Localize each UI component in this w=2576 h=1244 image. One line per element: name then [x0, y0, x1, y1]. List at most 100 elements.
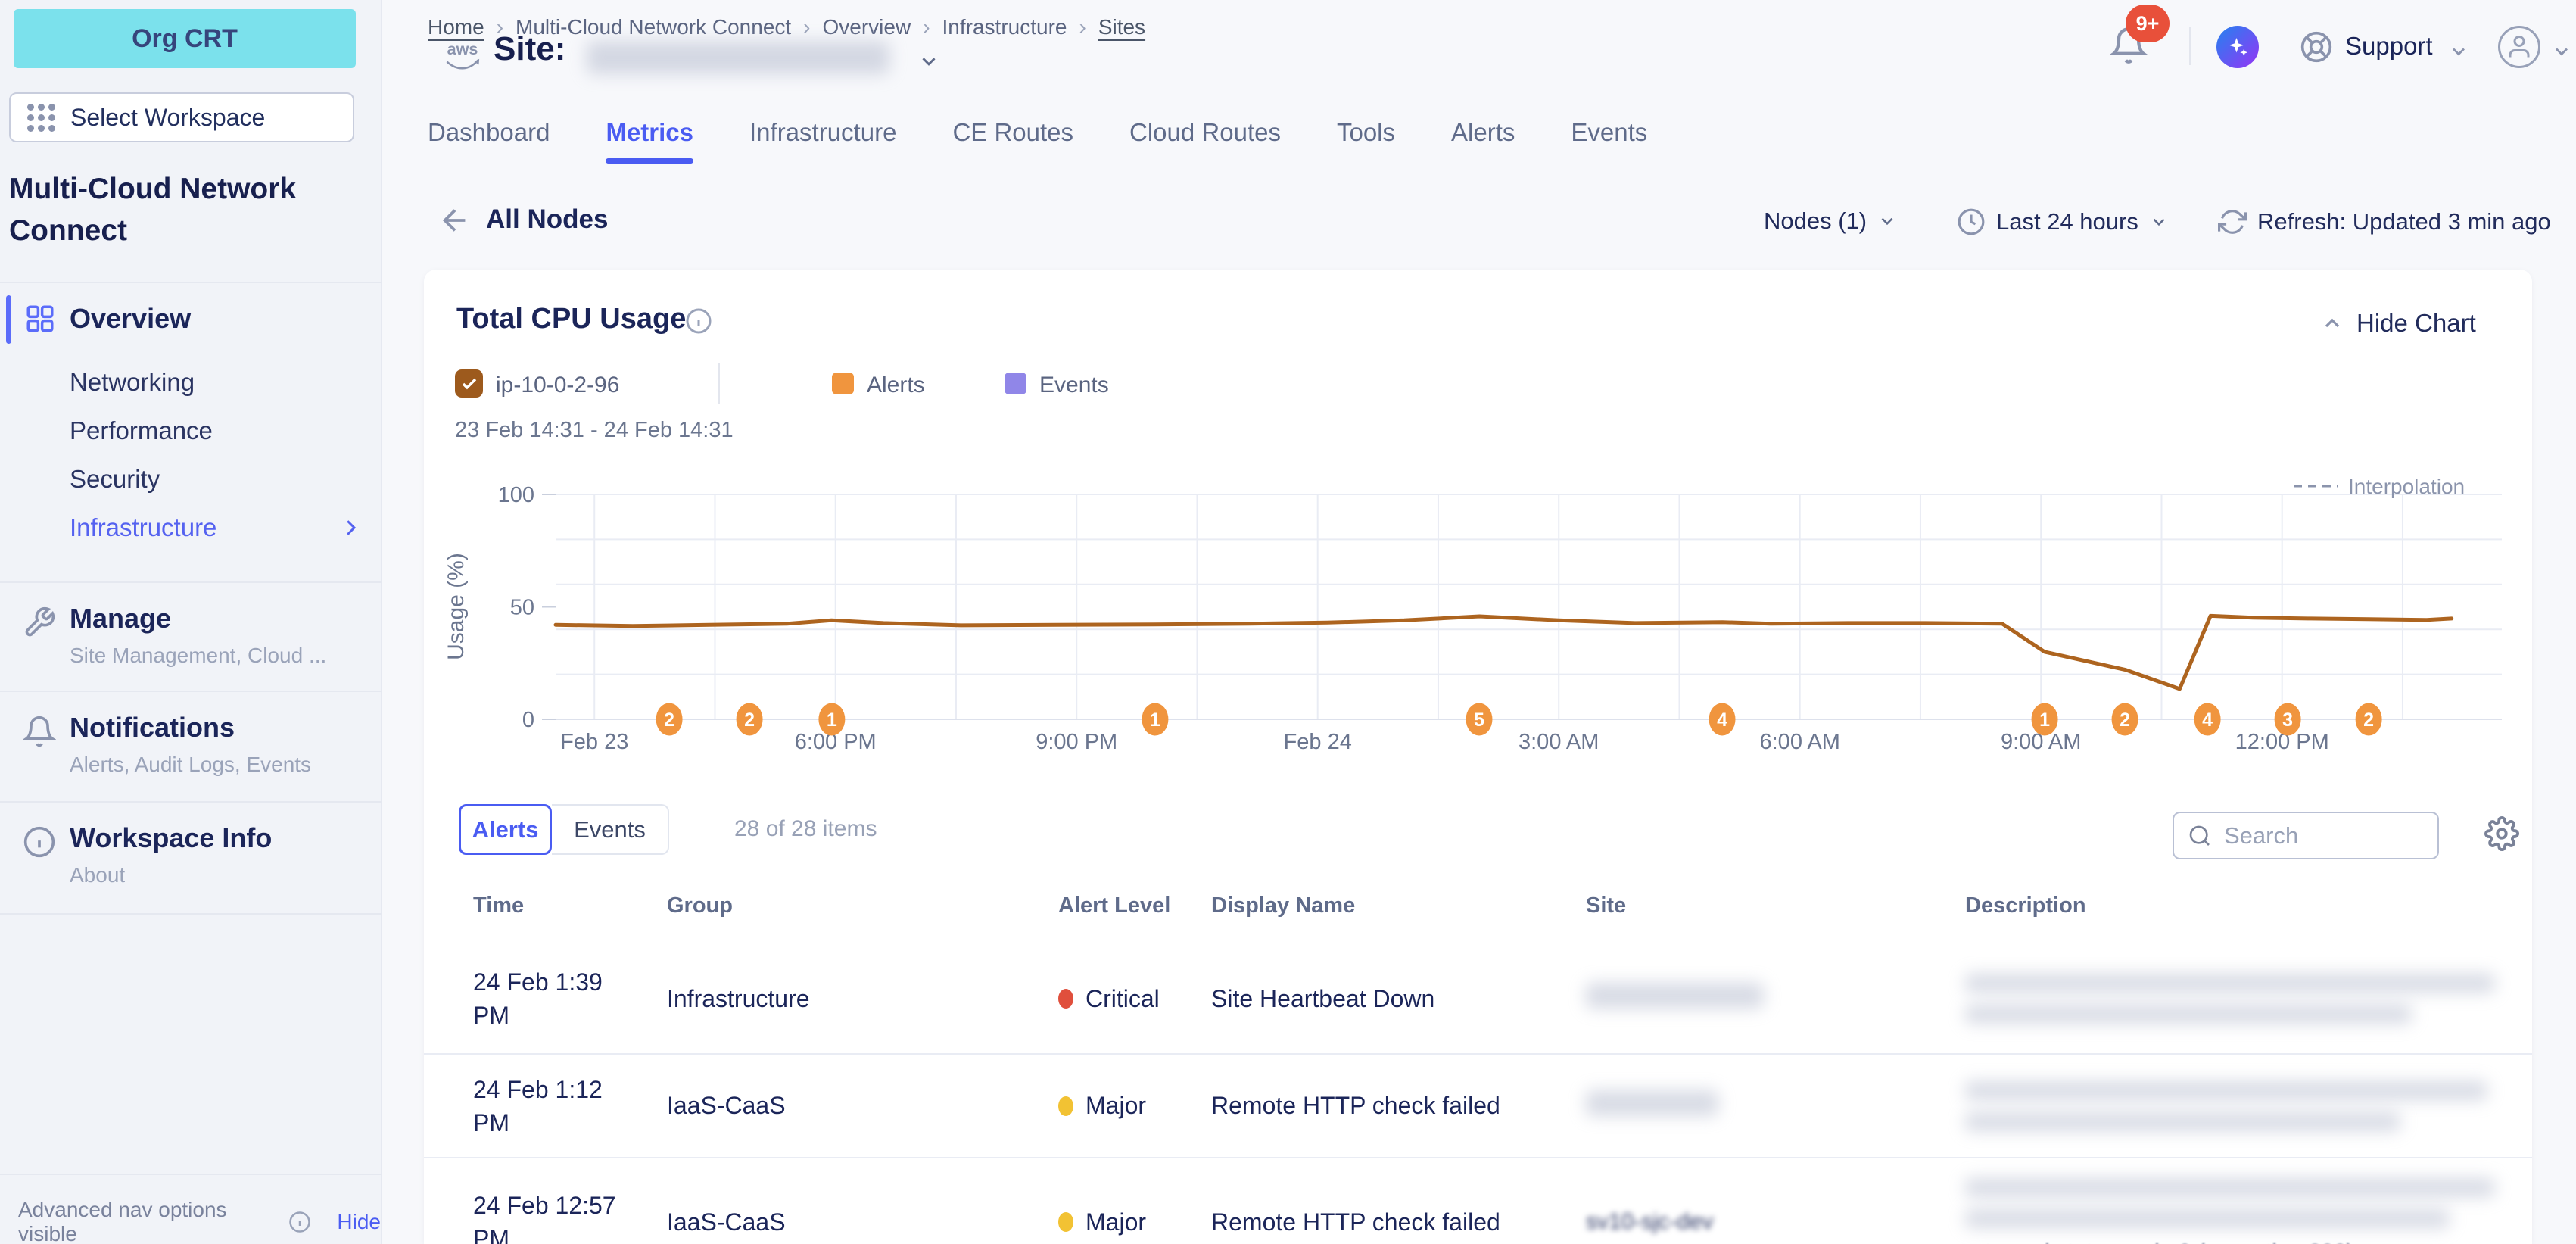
column-header-display-name[interactable]: Display Name	[1211, 893, 1586, 918]
breadcrumb-item[interactable]: Infrastructure	[942, 15, 1067, 39]
tab-cloud-routes[interactable]: Cloud Routes	[1129, 118, 1281, 164]
column-header-site[interactable]: Site	[1586, 893, 1965, 918]
alert-count-badge[interactable]: 1	[1142, 703, 1168, 736]
divider	[0, 581, 382, 583]
cell-site-partially-redacted: sv10-sjc-dev	[1586, 1209, 1965, 1235]
alert-count-badge[interactable]: 1	[2032, 703, 2058, 736]
table-row[interactable]: 24 Feb 1:12 PM IaaS-CaaS Major Remote HT…	[424, 1053, 2532, 1157]
sidebar-item-infrastructure[interactable]: Infrastructure	[70, 513, 216, 542]
sidebar-item-workspace-info[interactable]: Workspace Info	[70, 822, 272, 854]
column-header-group[interactable]: Group	[667, 893, 1058, 918]
chevron-right-icon	[339, 516, 362, 539]
cell-alert-level: Critical	[1058, 985, 1211, 1013]
select-workspace-button[interactable]: Select Workspace	[9, 92, 354, 142]
alert-level-label: Major	[1086, 1208, 1146, 1236]
org-button[interactable]: Org CRT	[14, 9, 356, 68]
alert-level-label: Major	[1086, 1092, 1146, 1120]
breadcrumb-item[interactable]: Sites	[1098, 15, 1145, 39]
tab-tools[interactable]: Tools	[1337, 118, 1395, 164]
alert-count-badge[interactable]: 2	[2112, 703, 2138, 736]
sidebar-item-performance[interactable]: Performance	[70, 416, 213, 445]
metrics-card: Total CPU Usage Hide Chart ip-10-0-2-96 …	[424, 270, 2532, 1244]
table-header: Time Group Alert Level Display Name Site…	[424, 893, 2532, 918]
breadcrumb-item[interactable]: Home	[428, 15, 484, 39]
sidebar-item-overview[interactable]: Overview	[70, 303, 191, 335]
support-lifebuoy-icon[interactable]	[2300, 30, 2333, 64]
tab-alerts[interactable]: Alerts	[459, 804, 552, 855]
column-header-time[interactable]: Time	[473, 893, 667, 918]
sidebar-item-security[interactable]: Security	[70, 465, 160, 494]
cell-display-name: Site Heartbeat Down	[1211, 985, 1586, 1013]
refresh-status-label: Refresh: Updated 3 min ago	[2257, 208, 2551, 235]
breadcrumb-item[interactable]: Overview	[823, 15, 911, 39]
alerts-legend-swatch	[832, 373, 854, 394]
divider	[0, 691, 382, 692]
table-row[interactable]: 24 Feb 12:57 PM IaaS-CaaS Major Remote H…	[424, 1157, 2532, 1244]
x-tick-label: 3:00 AM	[1519, 730, 1599, 754]
alerts-legend-label: Alerts	[867, 373, 925, 398]
search-input[interactable]	[2222, 822, 2404, 850]
chevron-down-icon	[1877, 211, 1897, 231]
alert-count-badge[interactable]: 3	[2275, 703, 2301, 736]
tab-alerts[interactable]: Alerts	[1451, 118, 1515, 164]
tab-events[interactable]: Events	[1571, 118, 1647, 164]
sidebar-item-manage[interactable]: Manage	[70, 603, 171, 634]
alert-count-badge[interactable]: 4	[2194, 703, 2221, 736]
series-legend-label: ip-10-0-2-96	[496, 373, 619, 398]
advanced-nav-label: Advanced nav options visible	[18, 1198, 279, 1244]
alert-count-badge[interactable]: 5	[1466, 703, 1492, 736]
time-range-dropdown[interactable]: Last 24 hours	[1957, 207, 2169, 236]
chart-date-range: 23 Feb 14:31 - 24 Feb 14:31	[455, 418, 734, 443]
tab-metrics[interactable]: Metrics	[606, 118, 693, 164]
x-tick-label: 9:00 PM	[1036, 730, 1117, 754]
tab-ce-routes[interactable]: CE Routes	[952, 118, 1073, 164]
svg-text:2: 2	[664, 709, 674, 731]
site-chevron-down-icon[interactable]	[917, 50, 940, 73]
y-tick-label: 100	[498, 483, 534, 507]
sidebar-item-notifications[interactable]: Notifications	[70, 712, 235, 744]
column-header-description[interactable]: Description	[1965, 893, 2532, 918]
cell-group: IaaS-CaaS	[667, 1208, 1058, 1236]
divider	[0, 282, 382, 283]
table-row[interactable]: 24 Feb 1:39 PM Infrastructure Critical S…	[424, 944, 2532, 1053]
hide-nav-link[interactable]: Hide	[337, 1210, 381, 1234]
back-arrow-icon[interactable]	[438, 203, 472, 238]
app-root: Org CRT Select Workspace Multi-Cloud Net…	[0, 0, 2576, 1244]
info-icon[interactable]	[685, 307, 712, 335]
ai-assistant-icon[interactable]	[2216, 26, 2259, 68]
events-legend-swatch	[1005, 373, 1026, 394]
divider	[718, 363, 720, 404]
svg-text:2: 2	[2363, 709, 2374, 731]
hide-chart-button[interactable]: Hide Chart	[2320, 309, 2476, 338]
alert-count-badge[interactable]: 2	[2356, 703, 2382, 736]
critical-status-dot	[1058, 989, 1073, 1009]
refresh-button[interactable]: Refresh: Updated 3 min ago	[2218, 207, 2551, 236]
alert-count-badge[interactable]: 2	[656, 703, 683, 736]
column-header-alert-level[interactable]: Alert Level	[1058, 893, 1211, 918]
cell-alert-level: Major	[1058, 1092, 1211, 1120]
nodes-dropdown[interactable]: Nodes (1)	[1764, 207, 1897, 235]
breadcrumb-separator: ›	[803, 15, 810, 39]
user-avatar[interactable]	[2498, 26, 2540, 68]
alerts-events-toggle: Alerts Events	[459, 804, 669, 855]
svg-text:4: 4	[1717, 709, 1727, 731]
gear-icon[interactable]	[2484, 816, 2519, 851]
svg-text:1: 1	[1150, 709, 1160, 731]
tab-events[interactable]: Events	[552, 804, 669, 855]
tab-dashboard[interactable]: Dashboard	[428, 118, 550, 164]
svg-text:aws: aws	[447, 39, 478, 58]
overview-grid-icon	[24, 303, 56, 335]
alert-count-badge[interactable]: 4	[1709, 703, 1736, 736]
sidebar-item-networking[interactable]: Networking	[70, 368, 195, 397]
support-menu[interactable]: Support	[2345, 32, 2433, 61]
cell-time: 24 Feb 12:57 PM	[473, 1189, 634, 1244]
time-range-label: Last 24 hours	[1996, 208, 2138, 235]
series-checkbox[interactable]	[455, 369, 483, 398]
items-count: 28 of 28 items	[734, 816, 877, 842]
alert-count-badge[interactable]: 1	[818, 703, 845, 736]
svg-text:1: 1	[827, 709, 837, 731]
tab-infrastructure[interactable]: Infrastructure	[749, 118, 896, 164]
alert-count-badge[interactable]: 2	[737, 703, 763, 736]
all-nodes-label[interactable]: All Nodes	[486, 204, 608, 235]
svg-text:3: 3	[2282, 709, 2293, 731]
